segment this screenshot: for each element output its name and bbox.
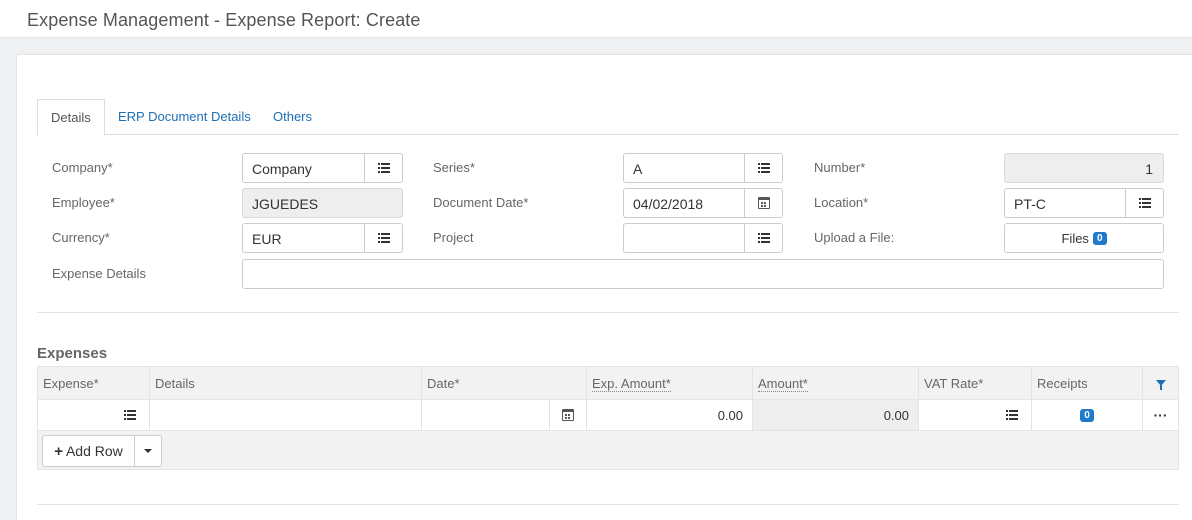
series-list-button[interactable] <box>744 154 782 182</box>
company-value: Company <box>252 161 312 177</box>
currency-value: EUR <box>252 231 282 247</box>
document-date-field[interactable]: 04/02/2018 <box>623 188 783 218</box>
tab-bar: Details ERP Document Details Others <box>37 99 1179 136</box>
list-icon <box>1005 410 1018 420</box>
add-row-button[interactable]: + Add Row <box>43 436 135 466</box>
list-icon <box>377 163 390 173</box>
col-vat-rate: VAT Rate* <box>918 367 1031 399</box>
project-field[interactable] <box>623 223 783 253</box>
files-button-label: Files <box>1061 230 1089 246</box>
expenses-title: Expenses <box>37 345 108 362</box>
exp-amount-cell-input[interactable]: 0.00 <box>586 400 752 430</box>
location-list-button[interactable] <box>1125 189 1163 217</box>
document-date-calendar-button[interactable] <box>744 189 782 217</box>
location-label: Location* <box>814 195 869 210</box>
add-row-dropdown-button[interactable] <box>135 436 161 466</box>
expense-details-label: Expense Details <box>52 266 146 281</box>
currency-label: Currency* <box>52 230 110 245</box>
company-list-button[interactable] <box>364 154 402 182</box>
date-cell-input[interactable] <box>421 400 549 430</box>
list-icon <box>1138 198 1151 208</box>
top-bar: Expense Management - Expense Report: Cre… <box>0 0 1192 38</box>
col-date: Date* <box>421 367 586 399</box>
plus-icon: + <box>54 442 63 460</box>
filter-icon <box>1155 380 1166 390</box>
document-date-label: Document Date* <box>433 195 529 210</box>
location-field[interactable]: PT-C <box>1004 188 1164 218</box>
tab-others[interactable]: Others <box>273 99 312 135</box>
series-value: A <box>633 161 643 177</box>
amount-cell: 0.00 <box>752 400 918 430</box>
employee-field: JGUEDES <box>242 188 403 218</box>
col-expense: Expense* <box>43 376 99 391</box>
add-row-group: + Add Row <box>42 435 162 467</box>
bottom-divider <box>37 504 1179 505</box>
expenses-grid: Expense* Details Date* Exp. Amount* Amou… <box>37 366 1179 470</box>
project-label: Project <box>433 230 474 245</box>
date-calendar-button[interactable] <box>549 400 586 430</box>
tab-erp-document-details[interactable]: ERP Document Details <box>118 99 251 135</box>
list-icon <box>377 233 390 243</box>
files-count-badge: 0 <box>1092 231 1107 245</box>
col-receipts: Receipts <box>1031 367 1142 399</box>
currency-field[interactable]: EUR <box>242 223 403 253</box>
list-icon <box>757 233 770 243</box>
number-field: 1 <box>1004 153 1164 183</box>
expense-list-button[interactable] <box>111 400 149 430</box>
expense-details-input[interactable] <box>242 259 1164 289</box>
project-list-button[interactable] <box>744 224 782 252</box>
company-field[interactable]: Company <box>242 153 403 183</box>
employee-label: Employee* <box>52 195 115 210</box>
document-date-value: 04/02/2018 <box>633 196 704 212</box>
receipts-cell[interactable]: 0 <box>1031 400 1142 430</box>
table-row: 0.00 0.00 0 ··· <box>38 399 1178 431</box>
vat-rate-list-button[interactable] <box>992 400 1031 430</box>
files-button[interactable]: Files 0 <box>1004 223 1164 253</box>
tab-details[interactable]: Details <box>37 99 105 136</box>
upload-label: Upload a File: <box>814 230 895 245</box>
chevron-down-icon <box>144 449 152 453</box>
employee-value: JGUEDES <box>252 196 319 212</box>
expense-cell-input[interactable] <box>38 400 111 430</box>
filter-button[interactable] <box>1142 367 1178 399</box>
list-icon <box>757 163 770 173</box>
calendar-icon <box>562 409 574 421</box>
series-field[interactable]: A <box>623 153 783 183</box>
number-label: Number* <box>814 160 866 175</box>
col-details: Details <box>149 367 421 399</box>
location-value: PT-C <box>1014 196 1046 212</box>
more-icon: ··· <box>1153 407 1168 423</box>
divider <box>37 312 1179 313</box>
number-value: 1 <box>1145 161 1153 177</box>
calendar-icon <box>757 197 770 209</box>
page-title: Expense Management - Expense Report: Cre… <box>27 10 421 30</box>
row-more-button[interactable]: ··· <box>1142 400 1178 430</box>
receipts-count-badge: 0 <box>1080 408 1094 422</box>
series-label: Series* <box>433 160 475 175</box>
add-row-label: Add Row <box>65 443 123 459</box>
currency-list-button[interactable] <box>364 224 402 252</box>
col-amount: Amount* <box>752 367 918 399</box>
company-label: Company* <box>52 160 113 175</box>
vat-rate-cell-input[interactable] <box>918 400 992 430</box>
details-cell-input[interactable] <box>149 400 421 430</box>
col-exp-amount: Exp. Amount* <box>586 367 752 399</box>
list-icon <box>124 410 136 420</box>
